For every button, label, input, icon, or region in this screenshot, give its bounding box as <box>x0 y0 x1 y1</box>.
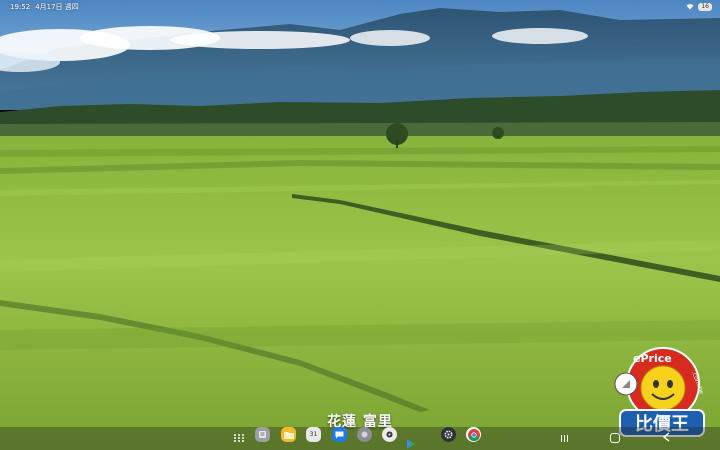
taskbar: 31 <box>0 427 720 450</box>
play-store-icon[interactable] <box>403 436 418 450</box>
folder-app-icon[interactable] <box>281 427 296 442</box>
messages-app-icon[interactable] <box>332 427 347 442</box>
back-button[interactable] <box>662 432 670 446</box>
calendar-app-icon[interactable]: 31 <box>306 427 321 442</box>
status-time: 19:52 <box>10 2 31 11</box>
recent-apps-button[interactable] <box>558 433 570 444</box>
status-date: 4月17日 週四 <box>35 2 79 11</box>
battery-indicator: 16 <box>698 2 712 11</box>
watermark-brand: ePrice <box>633 352 672 365</box>
calendar-day: 31 <box>309 431 318 438</box>
chevron-left-icon <box>662 432 670 442</box>
camera-app-icon[interactable] <box>357 427 372 442</box>
status-bar: 19:52 4月17日 週四 16 <box>0 0 720 13</box>
wifi-icon <box>686 4 694 10</box>
settings-dial-icon[interactable] <box>382 427 397 442</box>
home-button[interactable] <box>610 433 620 443</box>
apps-grid-button[interactable] <box>233 432 245 444</box>
notes-app-icon[interactable] <box>255 427 270 442</box>
gear-icon[interactable] <box>441 427 456 442</box>
eprice-watermark: ePrice .com.tw 比價王 <box>608 344 714 440</box>
chrome-icon[interactable] <box>466 427 481 442</box>
